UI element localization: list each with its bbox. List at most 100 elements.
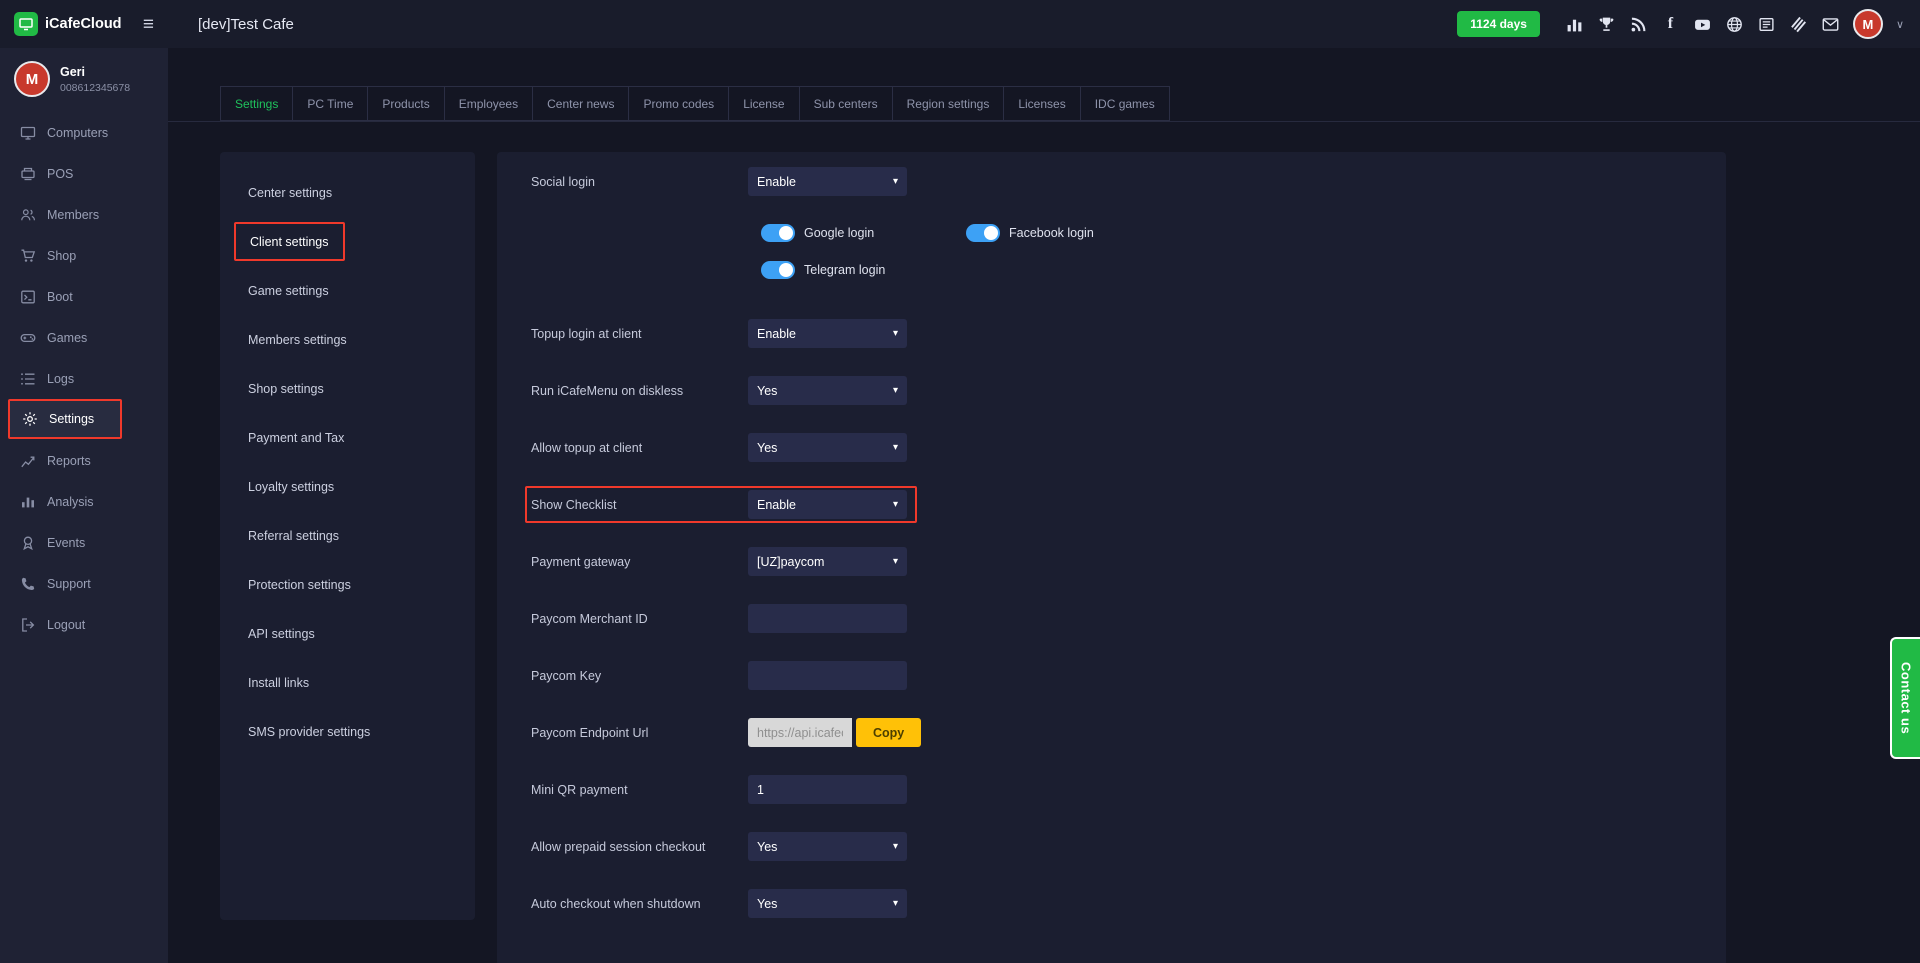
sidebar-item-label: POS [47, 167, 73, 181]
tab-licenses[interactable]: Licenses [1003, 86, 1080, 121]
tab-products[interactable]: Products [367, 86, 444, 121]
settings-nav-api-settings[interactable]: API settings [220, 609, 475, 658]
facebook-icon[interactable]: f [1661, 15, 1680, 34]
list-icon [20, 371, 36, 387]
poll-icon[interactable] [1565, 15, 1584, 34]
select-value: Yes [757, 897, 777, 911]
telegram-login-cell: Telegram login [761, 261, 966, 279]
sidebar-item-logout[interactable]: Logout [0, 604, 168, 645]
field-label: Paycom Key [531, 669, 748, 683]
sidebar-item-reports[interactable]: Reports [0, 440, 168, 481]
phone-icon [20, 576, 36, 592]
receipt-icon[interactable] [1757, 15, 1776, 34]
sidebar-item-label: Logs [47, 372, 74, 386]
settings-nav-shop-settings[interactable]: Shop settings [220, 364, 475, 413]
telegram-login-toggle[interactable] [761, 261, 795, 279]
show-checklist-select[interactable]: Enable ▾ [748, 490, 907, 519]
allow-topup-select[interactable]: Yes ▾ [748, 433, 907, 462]
tab-settings[interactable]: Settings [220, 86, 293, 121]
select-value: Yes [757, 840, 777, 854]
sidebar: M Geri 008612345678 Computers POS Member… [0, 48, 168, 963]
contact-us-tab[interactable]: Contact us [1890, 637, 1920, 759]
social-login-select[interactable]: Enable ▾ [748, 167, 907, 196]
toggle-label: Telegram login [804, 263, 885, 277]
youtube-icon[interactable] [1693, 15, 1712, 34]
trophy-icon[interactable] [1597, 15, 1616, 34]
settings-nav-loyalty-settings[interactable]: Loyalty settings [220, 462, 475, 511]
paycom-endpoint-input[interactable] [748, 718, 852, 747]
globe-icon[interactable] [1725, 15, 1744, 34]
tab-employees[interactable]: Employees [444, 86, 533, 121]
sidebar-item-analysis[interactable]: Analysis [0, 481, 168, 522]
sidebar-item-events[interactable]: Events [0, 522, 168, 563]
sidebar-item-label: Events [47, 536, 85, 550]
sidebar-item-games[interactable]: Games [0, 317, 168, 358]
gear-icon [22, 411, 38, 427]
sidebar-item-shop[interactable]: Shop [0, 235, 168, 276]
facebook-login-toggle[interactable] [966, 224, 1000, 242]
form-row-payment-gateway: Payment gateway [UZ]paycom ▾ [531, 547, 1726, 576]
tab-pc-time[interactable]: PC Time [292, 86, 368, 121]
form-row-paycom-endpoint: Paycom Endpoint Url Copy [531, 718, 1726, 747]
sidebar-item-support[interactable]: Support [0, 563, 168, 604]
form-row-social-login: Social login Enable ▾ [531, 167, 1726, 196]
field-label: Allow topup at client [531, 441, 748, 455]
sidebar-item-label: Support [47, 577, 91, 591]
tab-license[interactable]: License [728, 86, 799, 121]
copy-button[interactable]: Copy [856, 718, 921, 747]
google-login-toggle[interactable] [761, 224, 795, 242]
tab-center-news[interactable]: Center news [532, 86, 629, 121]
paycom-merchant-id-input[interactable] [748, 604, 907, 633]
settings-content: Center settings Client settings Game set… [168, 122, 1920, 963]
gamepad-icon [20, 330, 36, 346]
client-settings-form: Social login Enable ▾ Google login Faceb… [497, 152, 1726, 963]
field-label: Allow prepaid session checkout [531, 840, 748, 854]
sidebar-avatar: M [14, 61, 50, 97]
license-days-badge[interactable]: 1124 days [1457, 11, 1540, 37]
chevron-down-icon: ▾ [893, 385, 898, 396]
tab-promo-codes[interactable]: Promo codes [628, 86, 729, 121]
sidebar-item-members[interactable]: Members [0, 194, 168, 235]
settings-nav-client-settings[interactable]: Client settings [234, 222, 345, 261]
mail-icon[interactable] [1821, 15, 1840, 34]
prepaid-checkout-select[interactable]: Yes ▾ [748, 832, 907, 861]
blinds-icon[interactable] [1789, 15, 1808, 34]
sidebar-item-settings[interactable]: Settings [8, 399, 122, 439]
cart-icon [20, 248, 36, 264]
select-value: Enable [757, 175, 796, 189]
form-row-icafemenu-diskless: Run iCafeMenu on diskless Yes ▾ [531, 376, 1726, 405]
auto-checkout-select[interactable]: Yes ▾ [748, 889, 907, 918]
payment-gateway-select[interactable]: [UZ]paycom ▾ [748, 547, 907, 576]
sidebar-item-label: Members [47, 208, 99, 222]
sidebar-user-block: M Geri 008612345678 [0, 48, 168, 106]
settings-nav-referral-settings[interactable]: Referral settings [220, 511, 475, 560]
chevron-down-icon: ▾ [893, 176, 898, 187]
sidebar-item-pos[interactable]: POS [0, 153, 168, 194]
settings-nav-payment-and-tax[interactable]: Payment and Tax [220, 413, 475, 462]
sidebar-item-logs[interactable]: Logs [0, 358, 168, 399]
sidebar-item-boot[interactable]: Boot [0, 276, 168, 317]
user-avatar[interactable]: M [1853, 9, 1883, 39]
tab-sub-centers[interactable]: Sub centers [799, 86, 893, 121]
sidebar-item-computers[interactable]: Computers [0, 112, 168, 153]
settings-nav-protection-settings[interactable]: Protection settings [220, 560, 475, 609]
settings-nav-game-settings[interactable]: Game settings [220, 266, 475, 315]
field-label: Run iCafeMenu on diskless [531, 384, 748, 398]
settings-nav-sms-provider-settings[interactable]: SMS provider settings [220, 707, 475, 756]
chevron-down-icon[interactable]: ∨ [1896, 18, 1904, 31]
brand-name: iCafeCloud [45, 16, 122, 32]
app-logo[interactable]: iCafeCloud [14, 12, 122, 36]
topup-login-select[interactable]: Enable ▾ [748, 319, 907, 348]
tab-idc-games[interactable]: IDC games [1080, 86, 1170, 121]
paycom-key-input[interactable] [748, 661, 907, 690]
hamburger-menu-icon[interactable]: ≡ [143, 15, 154, 34]
line-chart-icon [20, 453, 36, 469]
settings-nav-center-settings[interactable]: Center settings [220, 168, 475, 217]
settings-nav-members-settings[interactable]: Members settings [220, 315, 475, 364]
settings-nav-install-links[interactable]: Install links [220, 658, 475, 707]
tab-region-settings[interactable]: Region settings [892, 86, 1005, 121]
rss-icon[interactable] [1629, 15, 1648, 34]
mini-qr-input[interactable] [748, 775, 907, 804]
field-label: Mini QR payment [531, 783, 748, 797]
icafemenu-diskless-select[interactable]: Yes ▾ [748, 376, 907, 405]
